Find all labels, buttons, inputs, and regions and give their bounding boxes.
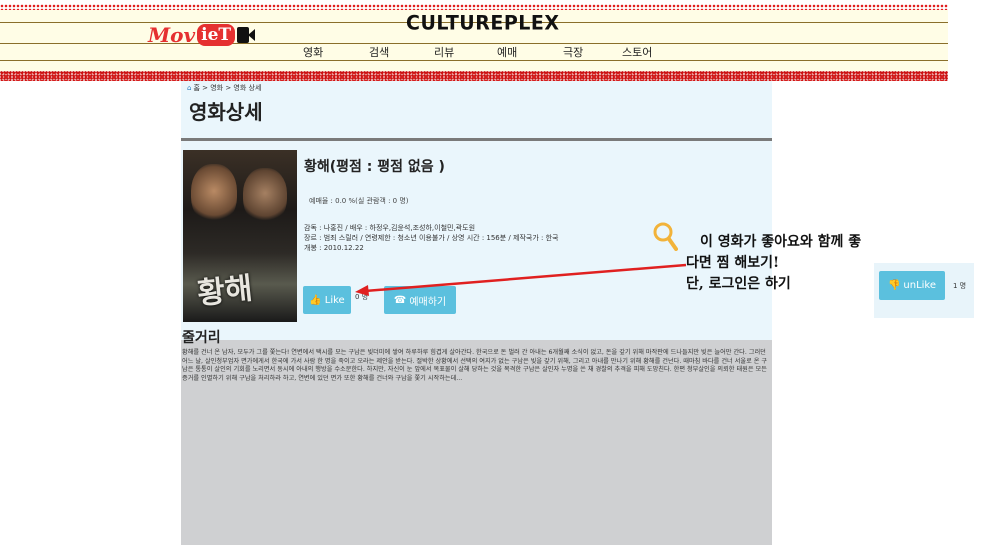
unlike-count: 1 명 xyxy=(953,282,967,290)
unlike-button-label: unLike xyxy=(903,280,937,291)
annotation-arrow xyxy=(355,263,687,296)
thumbs-down-icon: 👎 xyxy=(887,280,901,291)
unlike-button[interactable]: 👎 unLike xyxy=(879,271,945,300)
